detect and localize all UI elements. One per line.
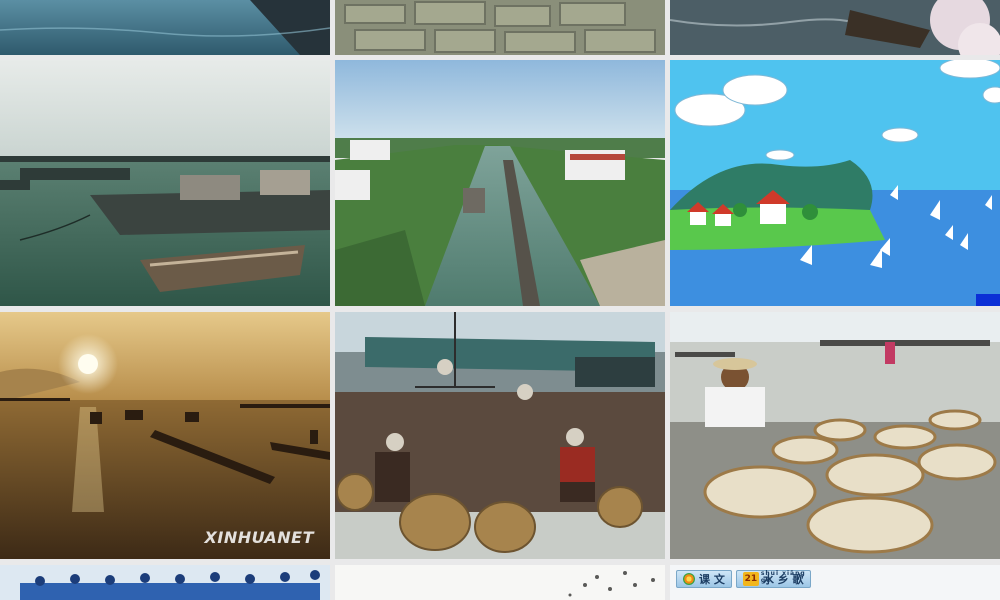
xinhuanet-watermark: XINHUANET [204, 528, 314, 547]
lesson-tile-water-village-song[interactable]: 课 文 21 水 乡 歌 shuǐ xiāng gē [670, 565, 1000, 600]
lesson-pinyin: shuǐ xiāng gē [760, 570, 806, 584]
lesson-header-bar: 课 文 21 水 乡 歌 shuǐ xiāng gē [676, 569, 811, 589]
water-village-cartoon [670, 60, 1000, 306]
photo-tile-ink-painting[interactable] [335, 565, 665, 600]
fish-ponds-image [335, 0, 665, 55]
flower-icon [683, 573, 695, 585]
photo-tile-canal-water[interactable] [0, 0, 330, 55]
fish-harvest-image [335, 312, 665, 559]
canal-water-image [0, 0, 330, 55]
photo-tile-shrimp-baskets[interactable] [670, 312, 1000, 559]
photo-tile-fish-ponds[interactable] [335, 0, 665, 55]
crowd-image [0, 565, 330, 600]
image-gallery-grid: XINHUANET 课 文 21 水 乡 歌 shuǐ xiāng gē [0, 0, 1000, 600]
section-label: 课 文 [699, 573, 725, 586]
harbor-boats-image [0, 60, 330, 306]
lesson-number: 21 [742, 572, 759, 586]
fishing-sunrise-image [0, 312, 330, 559]
photo-tile-canal-barges[interactable] [335, 60, 665, 306]
boat-blossoms-image [670, 0, 1000, 55]
shrimp-baskets-image [670, 312, 1000, 559]
photo-tile-fishing-sunrise[interactable]: XINHUANET [0, 312, 330, 559]
lesson-title-chip: 21 水 乡 歌 shuǐ xiāng gē [735, 570, 811, 588]
photo-tile-fish-harvest[interactable] [335, 312, 665, 559]
illustration-tile-water-village[interactable] [670, 60, 1000, 306]
photo-tile-boat-blossoms[interactable] [670, 0, 1000, 55]
photo-tile-crowd[interactable] [0, 565, 330, 600]
ink-painting-image [335, 565, 665, 600]
canal-barges-image [335, 60, 665, 306]
section-label-chip: 课 文 [676, 570, 732, 588]
photo-tile-harbor-boats[interactable] [0, 60, 330, 306]
